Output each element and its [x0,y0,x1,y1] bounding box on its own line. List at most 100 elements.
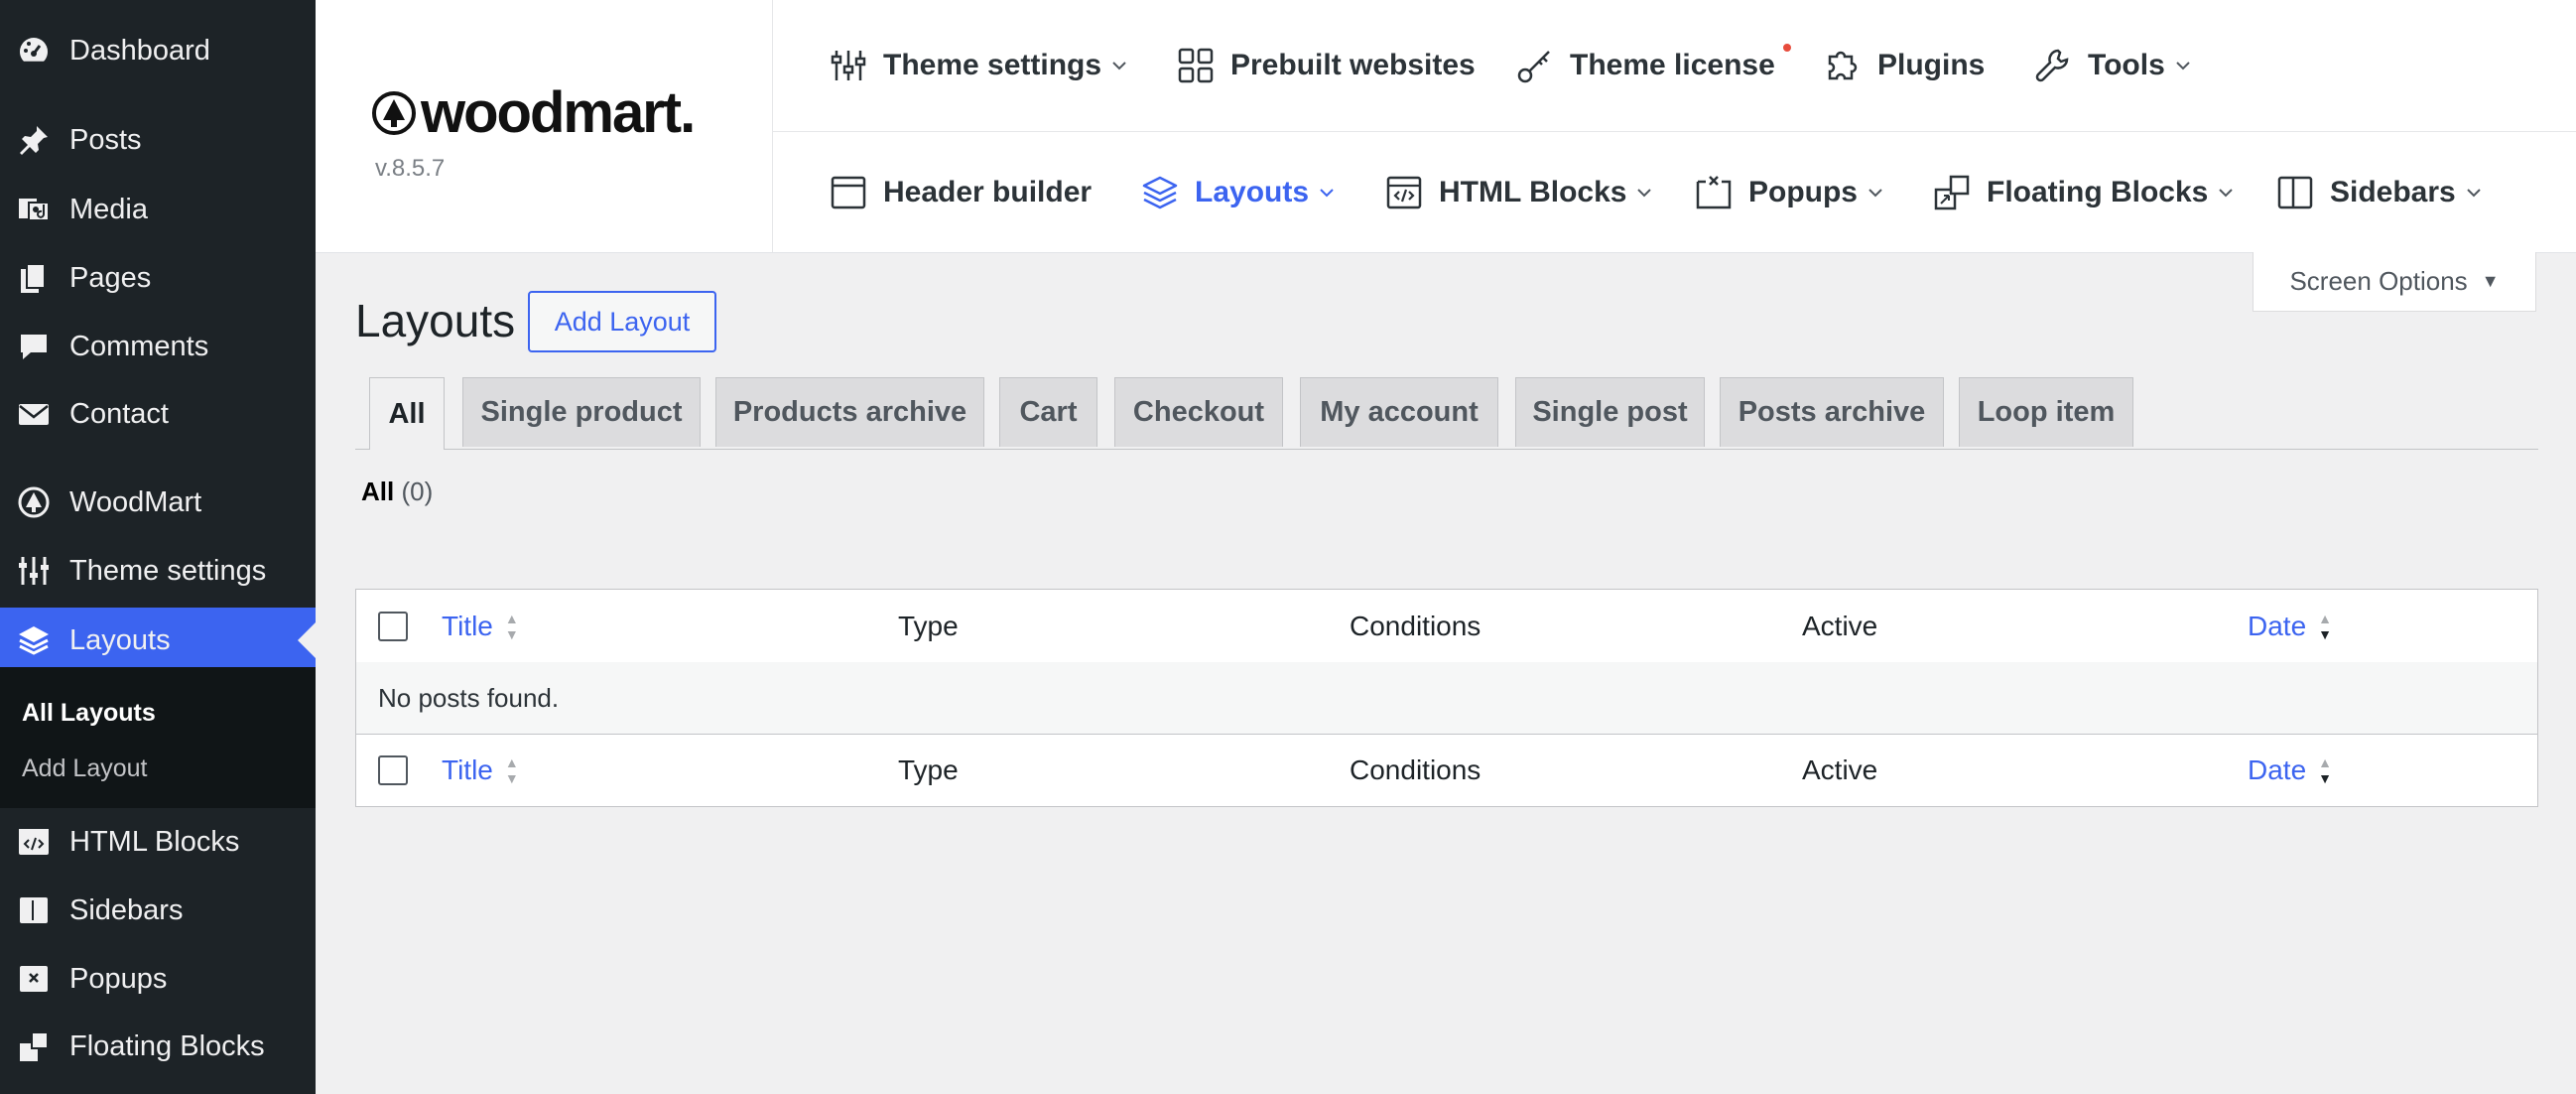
popup-icon [16,961,52,997]
submenu-add-layout[interactable]: Add Layout [22,754,148,783]
column-type: Type [898,610,959,641]
floating-block-icon [1933,174,1971,211]
caret-down-icon: ▼ [2481,271,2500,291]
nav-floating-blocks[interactable]: Floating Blocks [1933,132,2234,252]
sidebar-item-dashboard[interactable]: Dashboard [0,20,316,81]
add-layout-button[interactable]: Add Layout [528,291,716,352]
submenu-all-layouts[interactable]: All Layouts [22,699,156,728]
sidebar-item-woodmart[interactable]: WoodMart [0,472,316,533]
tab-single-post[interactable]: Single post [1515,377,1705,447]
html-block-icon [16,824,52,860]
table-header-row: Title ▲ ▼ Type Conditions Active Date ▲ ▼ [356,590,2537,663]
page-title: Layouts [355,295,516,346]
sidebar-item-floating-blocks[interactable]: Floating Blocks [0,1016,316,1077]
woodmart-logo[interactable]: woodmart. [371,79,696,146]
sidebar-icon [16,892,52,928]
nav-theme-license[interactable]: Theme license [1516,0,1791,131]
sidebar-item-popups[interactable]: Popups [0,948,316,1010]
column-conditions-footer: Conditions [1350,754,1481,785]
woodmart-logo-icon [372,90,416,135]
html-block-icon [1385,174,1423,211]
nav-html-blocks[interactable]: HTML Blocks [1385,132,1652,252]
sidebar-item-contact[interactable]: Contact [0,383,316,445]
column-title-footer[interactable]: Title ▲ ▼ [442,735,519,806]
grid-icon [1177,47,1215,84]
nav-popups[interactable]: Popups [1695,132,1883,252]
media-icon [16,192,52,227]
column-date-footer[interactable]: Date ▲ ▼ [2248,735,2332,806]
sidebar-item-theme-settings[interactable]: Theme settings [0,540,316,602]
pages-icon [16,260,52,296]
filter-all-count: (0) [401,477,434,506]
column-active-footer: Active [1802,754,1878,785]
select-all-checkbox[interactable] [378,611,408,641]
chevron-down-icon [2219,188,2234,197]
woodmart-top-bar: woodmart. v.8.5.7 Theme settings Prebuil… [316,0,2576,253]
puzzle-icon [1824,47,1862,84]
nav-sidebars[interactable]: Sidebars [2276,132,2482,252]
tab-products-archive[interactable]: Products archive [715,377,984,447]
pin-icon [16,122,52,158]
filter-all-link[interactable]: All [361,477,394,506]
sidebar-item-layouts[interactable]: Layouts [0,608,316,673]
layers-icon [16,622,52,658]
nav-prebuilt-websites[interactable]: Prebuilt websites [1177,0,1476,131]
chevron-down-icon [1112,62,1126,70]
key-icon [1516,47,1554,84]
sidebar-item-media[interactable]: Media [0,179,316,240]
dashboard-icon [16,33,52,68]
column-type-footer: Type [898,754,959,785]
sidebar-item-comments[interactable]: Comments [0,316,316,377]
sidebar-icon [2276,174,2314,211]
screen-options-button[interactable]: Screen Options ▼ [2253,252,2536,312]
status-filter: All (0) [361,477,433,507]
select-all-checkbox-footer[interactable] [378,755,408,785]
chevron-down-icon [1637,188,1652,197]
layout-type-tabs: All Single product Products archive Cart… [355,377,2538,450]
brand: woodmart. v.8.5.7 [316,0,773,252]
layers-icon [1141,174,1179,211]
sliders-icon [830,47,867,84]
chevron-down-icon [1868,188,1882,197]
license-notice-dot [1782,44,1791,52]
sort-icon: ▲ ▼ [504,754,519,786]
sidebar-item-html-blocks[interactable]: HTML Blocks [0,811,316,873]
nav-theme-settings[interactable]: Theme settings [830,0,1127,131]
tab-single-product[interactable]: Single product [462,377,701,447]
header-icon [830,174,867,211]
tab-cart[interactable]: Cart [999,377,1097,447]
admin-sidebar: Dashboard Posts Media Pages Comments Con… [0,0,316,1094]
sidebar-item-posts[interactable]: Posts [0,109,316,171]
tab-loop-item[interactable]: Loop item [1959,377,2133,447]
tab-all[interactable]: All [369,377,445,450]
tab-posts-archive[interactable]: Posts archive [1720,377,1944,447]
nav-plugins[interactable]: Plugins [1824,0,1985,131]
nav-header-builder[interactable]: Header builder [830,132,1092,252]
table-footer-row: Title ▲ ▼ Type Conditions Active Date ▲ ▼ [356,735,2537,806]
sidebar-item-pages[interactable]: Pages [0,247,316,309]
woodmart-icon [16,484,52,520]
layouts-table: Title ▲ ▼ Type Conditions Active Date ▲ ▼ … [355,589,2538,807]
sort-icon: ▲ ▼ [2318,754,2333,786]
chevron-down-icon [2176,62,2190,70]
column-conditions: Conditions [1350,610,1481,641]
sidebar-item-sidebars[interactable]: Sidebars [0,880,316,941]
logo-text: woodmart. [421,80,696,145]
column-title[interactable]: Title ▲ ▼ [442,590,519,662]
sliders-icon [16,553,52,589]
tab-checkout[interactable]: Checkout [1114,377,1283,447]
top-nav-secondary: Header builder Layouts HTML Blocks Popup… [772,132,2576,252]
column-active: Active [1802,610,1878,641]
chevron-down-icon [2467,188,2481,197]
sort-icon: ▲ ▼ [504,610,519,642]
version-label: v.8.5.7 [375,155,446,182]
chevron-down-icon [1320,188,1334,197]
sort-icon: ▲ ▼ [2318,610,2333,642]
nav-tools[interactable]: Tools [2034,0,2191,131]
nav-layouts[interactable]: Layouts [1141,132,1335,252]
column-date[interactable]: Date ▲ ▼ [2248,590,2332,662]
comment-icon [16,329,52,364]
popup-icon [1695,174,1733,211]
tab-my-account[interactable]: My account [1300,377,1498,447]
layouts-submenu: All Layouts Add Layout [0,667,316,808]
